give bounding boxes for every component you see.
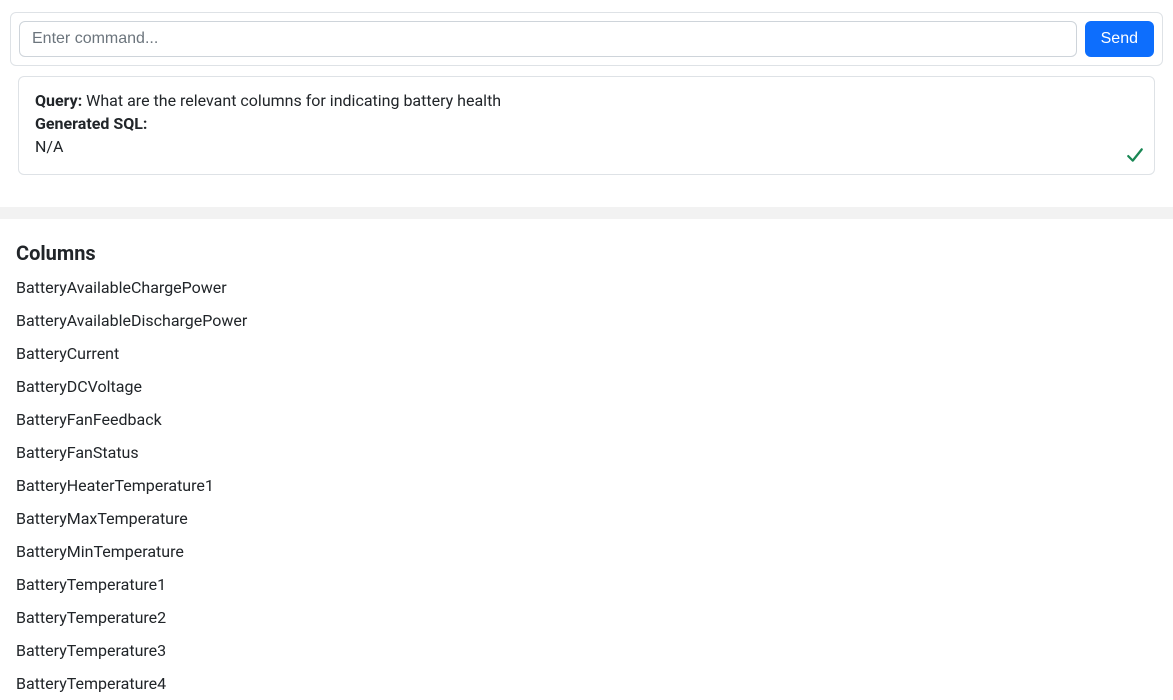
columns-heading: Columns	[16, 241, 1157, 265]
send-button[interactable]: Send	[1085, 21, 1154, 57]
list-item: BatteryFanStatus	[16, 436, 1157, 469]
list-item: BatteryTemperature4	[16, 667, 1157, 700]
sql-value: N/A	[35, 137, 1138, 156]
command-card: Send	[10, 12, 1163, 66]
sql-label-line: Generated SQL:	[35, 114, 1138, 133]
query-label: Query:	[35, 91, 82, 110]
list-item: BatteryCurrent	[16, 337, 1157, 370]
query-line: Query: What are the relevant columns for…	[35, 91, 1138, 110]
list-item: BatteryMinTemperature	[16, 535, 1157, 568]
list-item: BatteryTemperature2	[16, 601, 1157, 634]
list-item: BatteryFanFeedback	[16, 403, 1157, 436]
query-value: What are the relevant columns for indica…	[86, 91, 501, 110]
result-card: Query: What are the relevant columns for…	[18, 76, 1155, 175]
input-row: Send	[19, 21, 1154, 57]
list-item: BatteryMaxTemperature	[16, 502, 1157, 535]
list-item: BatteryTemperature3	[16, 634, 1157, 667]
list-item: BatteryHeaterTemperature1	[16, 469, 1157, 502]
command-input[interactable]	[19, 21, 1077, 57]
list-item: BatteryAvailableChargePower	[16, 271, 1157, 304]
list-item: BatteryTemperature1	[16, 568, 1157, 601]
sql-label: Generated SQL:	[35, 114, 147, 133]
check-icon	[1126, 146, 1144, 164]
columns-section: Columns BatteryAvailableChargePower Batt…	[0, 241, 1173, 700]
list-item: BatteryDCVoltage	[16, 370, 1157, 403]
section-separator	[0, 207, 1173, 219]
list-item: BatteryAvailableDischargePower	[16, 304, 1157, 337]
